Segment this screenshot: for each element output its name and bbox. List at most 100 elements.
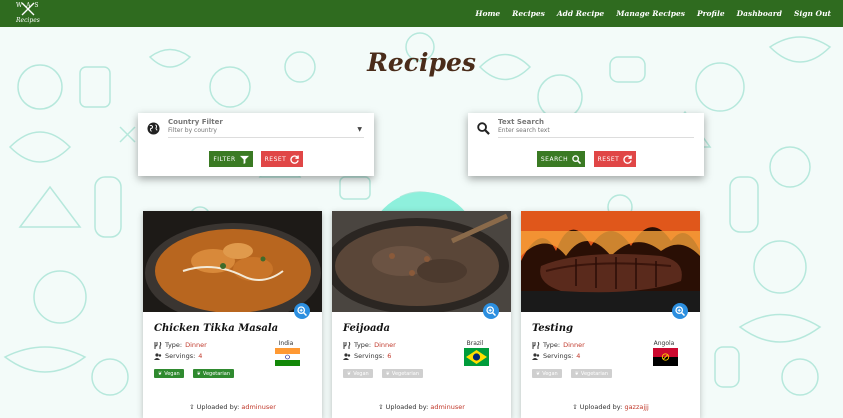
recipe-servings-value: 6 xyxy=(387,352,392,360)
recipe-type: Type: Dinner xyxy=(154,341,207,349)
recipe-servings-value: 4 xyxy=(198,352,203,360)
recipe-type-value: Dinner xyxy=(374,341,396,349)
recipe-image-testing[interactable] xyxy=(521,211,700,312)
nav-link-sign-out[interactable]: Sign Out xyxy=(788,9,837,18)
upload-icon: ⇪ xyxy=(572,403,578,411)
page-title: Recipes xyxy=(367,48,476,77)
filter-button[interactable]: FILTER xyxy=(209,151,253,167)
recipe-servings: Servings: 4 xyxy=(532,352,580,360)
uploaded-by: ⇪ Uploaded by: adminuser xyxy=(332,403,511,411)
users-icon xyxy=(532,352,540,360)
uploader-name[interactable]: adminuser xyxy=(241,403,276,411)
leaf-icon: ❦ xyxy=(347,370,352,377)
upload-icon: ⇪ xyxy=(378,403,384,411)
zoom-in-icon xyxy=(675,306,685,316)
filter-icon xyxy=(239,155,249,164)
logo-text: Recipes xyxy=(16,17,40,24)
utensils-icon xyxy=(532,341,540,349)
recipe-tags: ❦ Vegan ❦ Vegetarian xyxy=(532,369,612,378)
zoom-button[interactable] xyxy=(294,303,310,319)
recipe-type-label: Type: xyxy=(543,341,561,349)
country-select-underline xyxy=(168,137,364,138)
uploader-name[interactable]: adminuser xyxy=(430,403,465,411)
country-reset-button[interactable]: RESET xyxy=(261,151,303,167)
recipe-type-value: Dinner xyxy=(563,341,585,349)
vegetarian-tag-label: Vegetarian xyxy=(391,370,419,377)
vegetarian-tag: ❦ Vegetarian xyxy=(381,369,423,378)
recipe-card[interactable]: Testing Type: Dinner Servings: 4 Angola … xyxy=(521,211,700,418)
text-search-input[interactable] xyxy=(498,126,688,135)
recipe-type-value: Dinner xyxy=(185,341,207,349)
recipe-card[interactable]: Chicken Tikka Masala Type: Dinner Servin… xyxy=(143,211,322,418)
vegetarian-tag-label: Vegetarian xyxy=(202,370,230,377)
recipe-image-chicken-tikka-masala[interactable] xyxy=(143,211,322,312)
brazil-flag-icon xyxy=(464,348,489,366)
nav-link-dashboard[interactable]: Dashboard xyxy=(731,9,788,18)
users-icon xyxy=(154,352,162,360)
vegetarian-tag: ❦ Vegetarian xyxy=(192,369,234,378)
utensils-icon xyxy=(154,341,162,349)
recipe-tags: ❦ Vegan ❦ Vegetarian xyxy=(343,369,423,378)
country-filter-card: Country Filter ▼ FILTER RESET xyxy=(138,113,374,176)
globe-icon xyxy=(147,122,160,135)
recipe-image-feijoada[interactable] xyxy=(332,211,511,312)
text-search-card: Text Search SEARCH RESET xyxy=(468,113,704,176)
uploaded-by: ⇪ Uploaded by: gazzajjj xyxy=(521,403,700,411)
recipe-type: Type: Dinner xyxy=(343,341,396,349)
vegan-tag-label: Vegan xyxy=(353,370,369,377)
india-flag-icon xyxy=(275,348,300,366)
refresh-icon xyxy=(290,154,300,164)
leaf-icon: ❦ xyxy=(385,370,390,377)
nav-links: Home Recipes Add Recipe Manage Recipes P… xyxy=(469,9,837,18)
zoom-button[interactable] xyxy=(672,303,688,319)
country-reset-button-label: RESET xyxy=(264,155,287,163)
nav-link-recipes[interactable]: Recipes xyxy=(506,9,551,18)
recipe-servings-label: Servings: xyxy=(165,352,196,360)
users-icon xyxy=(343,352,351,360)
zoom-button[interactable] xyxy=(483,303,499,319)
recipe-card[interactable]: Feijoada Type: Dinner Servings: 6 Brazil… xyxy=(332,211,511,418)
recipe-servings-label: Servings: xyxy=(543,352,574,360)
recipe-name: Testing xyxy=(532,323,573,334)
leaf-icon: ❦ xyxy=(158,370,163,377)
refresh-icon xyxy=(623,154,633,164)
vegan-tag-label: Vegan xyxy=(542,370,558,377)
angola-flag-icon xyxy=(653,348,678,366)
nav-link-add-recipe[interactable]: Add Recipe xyxy=(551,9,610,18)
top-navbar: W A S Recipes Home Recipes Add Recipe Ma… xyxy=(0,0,843,27)
vegetarian-tag-label: Vegetarian xyxy=(580,370,608,377)
leaf-icon: ❦ xyxy=(536,370,541,377)
site-logo[interactable]: W A S Recipes xyxy=(12,0,52,27)
recipe-servings-value: 4 xyxy=(576,352,581,360)
leaf-icon: ❦ xyxy=(196,370,201,377)
uploaded-by: ⇪ Uploaded by: adminuser xyxy=(143,403,322,411)
nav-link-home[interactable]: Home xyxy=(469,9,506,18)
vegan-tag-label: Vegan xyxy=(164,370,180,377)
nav-link-manage-recipes[interactable]: Manage Recipes xyxy=(610,9,691,18)
recipe-country: Brazil xyxy=(466,340,484,347)
search-reset-button[interactable]: RESET xyxy=(594,151,636,167)
uploaded-by-label: Uploaded by: xyxy=(579,403,625,411)
country-select[interactable] xyxy=(168,126,358,135)
uploader-name[interactable]: gazzajjj xyxy=(624,403,648,411)
search-icon xyxy=(572,154,582,164)
text-search-underline xyxy=(498,137,694,138)
vegan-tag: ❦ Vegan xyxy=(532,369,562,378)
country-filter-label: Country Filter xyxy=(168,118,223,126)
recipe-type-label: Type: xyxy=(354,341,372,349)
chevron-down-icon[interactable]: ▼ xyxy=(357,126,362,133)
recipe-tags: ❦ Vegan ❦ Vegetarian xyxy=(154,369,234,378)
search-button[interactable]: SEARCH xyxy=(537,151,585,167)
zoom-in-icon xyxy=(297,306,307,316)
fork-knife-icon xyxy=(21,2,35,16)
recipe-type: Type: Dinner xyxy=(532,341,585,349)
recipe-country: Angola xyxy=(653,340,675,347)
search-button-label: SEARCH xyxy=(540,155,569,163)
vegan-tag: ❦ Vegan xyxy=(154,369,184,378)
leaf-icon: ❦ xyxy=(574,370,579,377)
nav-link-profile[interactable]: Profile xyxy=(691,9,731,18)
vegan-tag: ❦ Vegan xyxy=(343,369,373,378)
search-icon xyxy=(477,122,490,135)
recipe-servings-label: Servings: xyxy=(354,352,385,360)
uploaded-by-label: Uploaded by: xyxy=(196,403,242,411)
